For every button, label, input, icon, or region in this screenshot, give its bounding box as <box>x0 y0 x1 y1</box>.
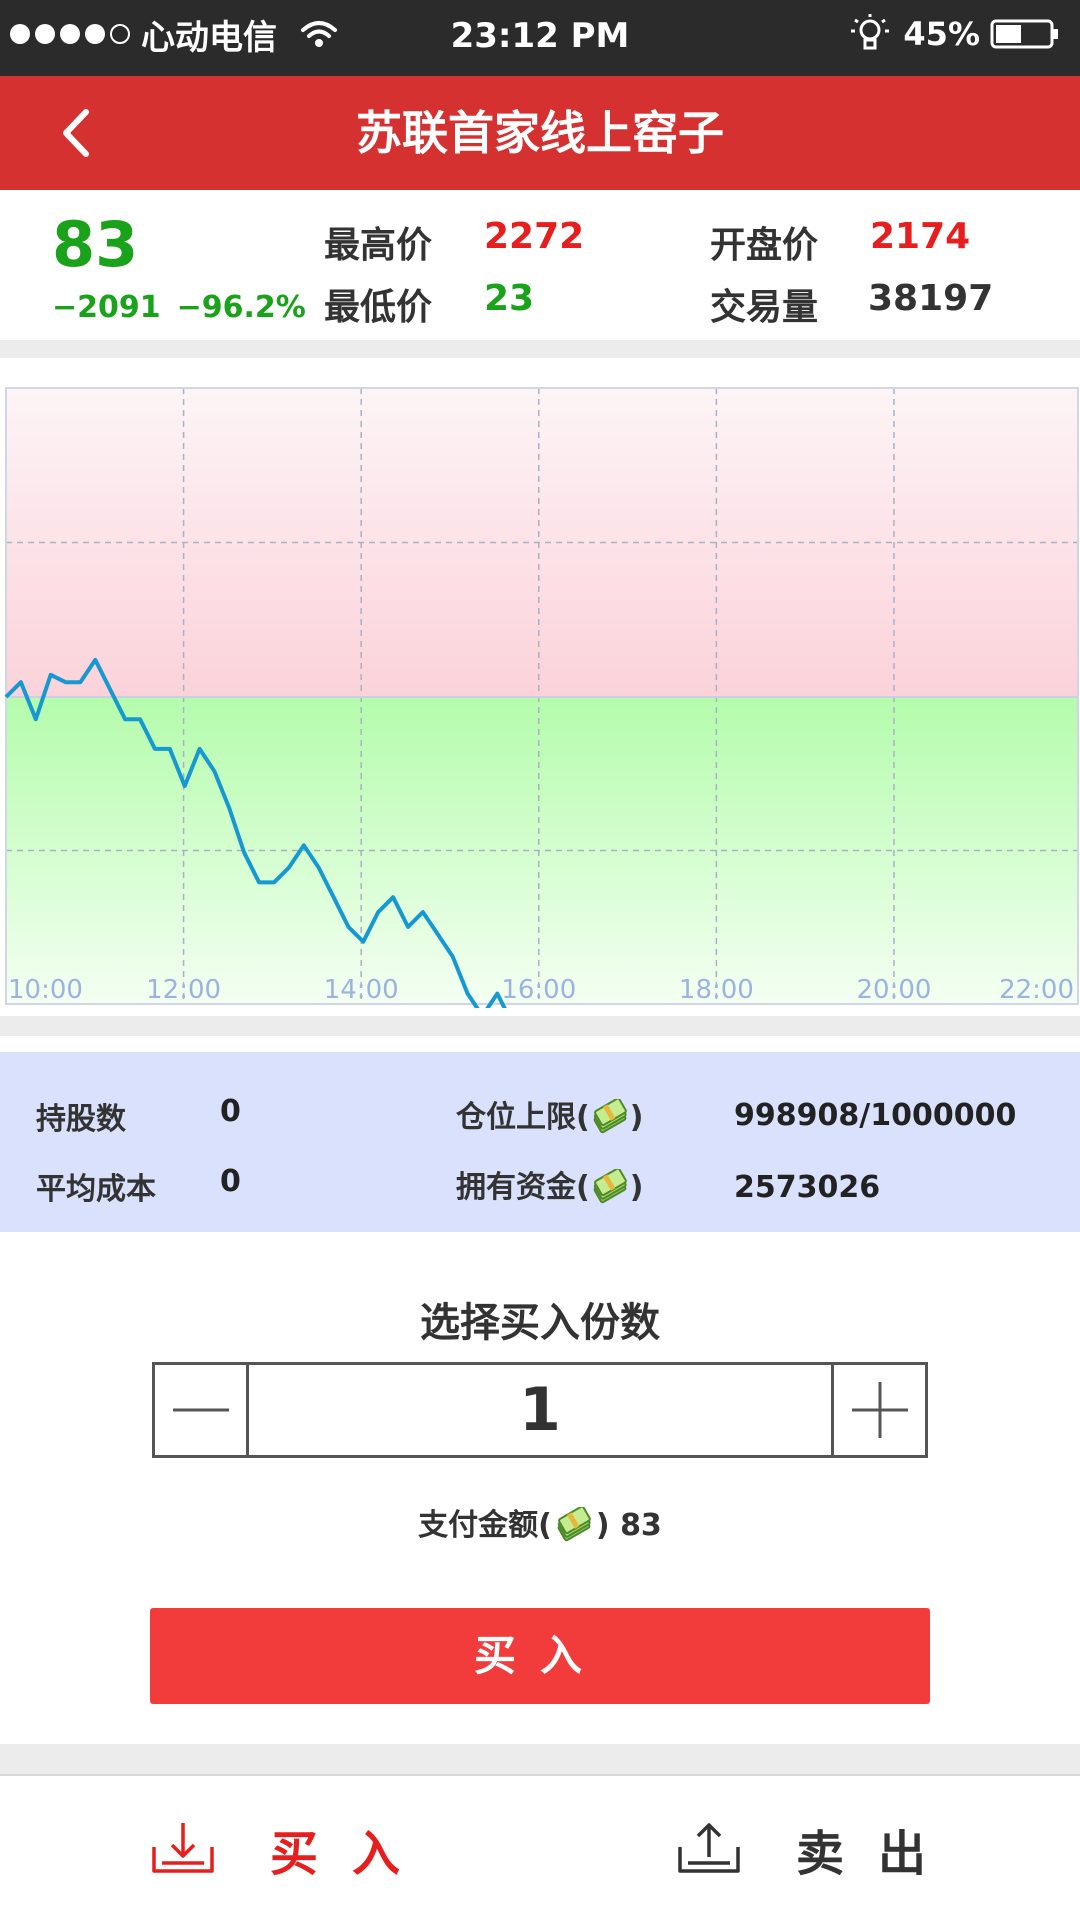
status-right: 45% <box>849 12 1060 56</box>
holdings-panel: 持股数 0 平均成本 0 仓位上限() 998908/1000000 拥有资金(… <box>0 1052 1080 1232</box>
paren-close: ) <box>629 1100 644 1135</box>
battery-percent: 45% <box>903 15 980 53</box>
price-change: −2091 −96.2% <box>52 290 322 325</box>
chart-x-tick-label: 12:00 <box>146 975 221 1005</box>
bottom-tab-bar: 买入 卖出 <box>0 1774 1080 1920</box>
chart-lower-zone <box>6 697 1078 1004</box>
price-chart-svg: 10:00 12:00 14:00 16:00 18:00 20:00 22:00 <box>4 387 1079 1008</box>
bulb-icon <box>851 14 890 50</box>
page-title: 苏联首家线上窑子 <box>356 106 724 160</box>
tab-buy-label: 买入 <box>270 1826 435 1882</box>
download-tray-icon <box>152 1823 214 1873</box>
divider <box>0 1744 1080 1774</box>
shares-label: 持股数 <box>36 1102 126 1137</box>
position-limit-label: 仓位上限() <box>456 1092 643 1139</box>
avg-cost-value: 0 <box>220 1164 241 1199</box>
chart-x-tick-label: 10:00 <box>8 975 83 1005</box>
money-stack-icon <box>557 1506 591 1541</box>
decrement-button[interactable] <box>155 1365 249 1455</box>
chart-x-tick-label: 14:00 <box>324 975 399 1005</box>
position-limit-value: 998908/1000000 <box>734 1098 1017 1133</box>
current-price: 83 <box>52 208 139 281</box>
tab-sell-label: 卖出 <box>796 1826 961 1882</box>
funds-text: 拥有资金( <box>456 1170 590 1205</box>
position-limit-text: 仓位上限( <box>456 1100 590 1135</box>
funds-label: 拥有资金() <box>456 1162 643 1209</box>
change-amount: −2091 <box>52 290 161 325</box>
high-label: 最高价 <box>324 225 433 266</box>
quantity-input[interactable]: 1 <box>249 1365 831 1455</box>
increment-button[interactable] <box>831 1365 925 1455</box>
battery-icon <box>990 19 1058 49</box>
price-chart: 10:00 12:00 14:00 16:00 18:00 20:00 22:00 <box>0 358 1080 1008</box>
plus-icon <box>851 1382 908 1438</box>
volume-label: 交易量 <box>710 287 819 328</box>
pay-paren-close: ) <box>595 1508 610 1543</box>
divider <box>0 340 1080 358</box>
chart-x-tick-label: 18:00 <box>679 975 754 1005</box>
pay-amount: 支付金额() 83 <box>0 1500 1080 1547</box>
shares-value: 0 <box>220 1094 241 1129</box>
quantity-stepper: 1 <box>152 1362 928 1458</box>
upload-tray-icon <box>678 1823 740 1873</box>
minus-icon <box>172 1408 229 1412</box>
change-percent: −96.2% <box>176 290 306 325</box>
open-label: 开盘价 <box>710 225 819 266</box>
low-label: 最低价 <box>324 287 433 328</box>
tab-buy[interactable]: 买入 <box>150 1776 434 1920</box>
chart-x-tick-label: 16:00 <box>501 975 576 1005</box>
avg-cost-label: 平均成本 <box>36 1172 156 1207</box>
paren-close: ) <box>629 1170 644 1205</box>
open-value: 2174 <box>870 216 971 257</box>
pay-label: 支付金额( <box>418 1508 552 1543</box>
chart-upper-zone <box>6 388 1078 697</box>
quantity-title: 选择买入份数 <box>420 1300 660 1346</box>
high-value: 2272 <box>484 216 585 257</box>
nav-bar: 苏联首家线上窑子 <box>0 76 1080 190</box>
tab-sell[interactable]: 卖出 <box>676 1776 960 1920</box>
chart-x-tick-label: 22:00 <box>999 975 1074 1005</box>
money-stack-icon <box>593 1168 627 1203</box>
low-value: 23 <box>484 278 535 319</box>
funds-value: 2573026 <box>734 1170 881 1205</box>
volume-value: 38197 <box>868 278 994 319</box>
buy-button[interactable]: 买入 <box>150 1608 930 1704</box>
money-stack-icon <box>593 1098 627 1133</box>
pay-value: 83 <box>620 1508 662 1543</box>
quote-panel: 83 −2091 −96.2% 最高价 2272 最低价 23 开盘价 2174 … <box>0 190 1080 340</box>
chart-x-tick-label: 20:00 <box>857 975 932 1005</box>
divider <box>0 1016 1080 1036</box>
status-bar: 心动电信 23:12 PM 45% <box>0 0 1080 76</box>
